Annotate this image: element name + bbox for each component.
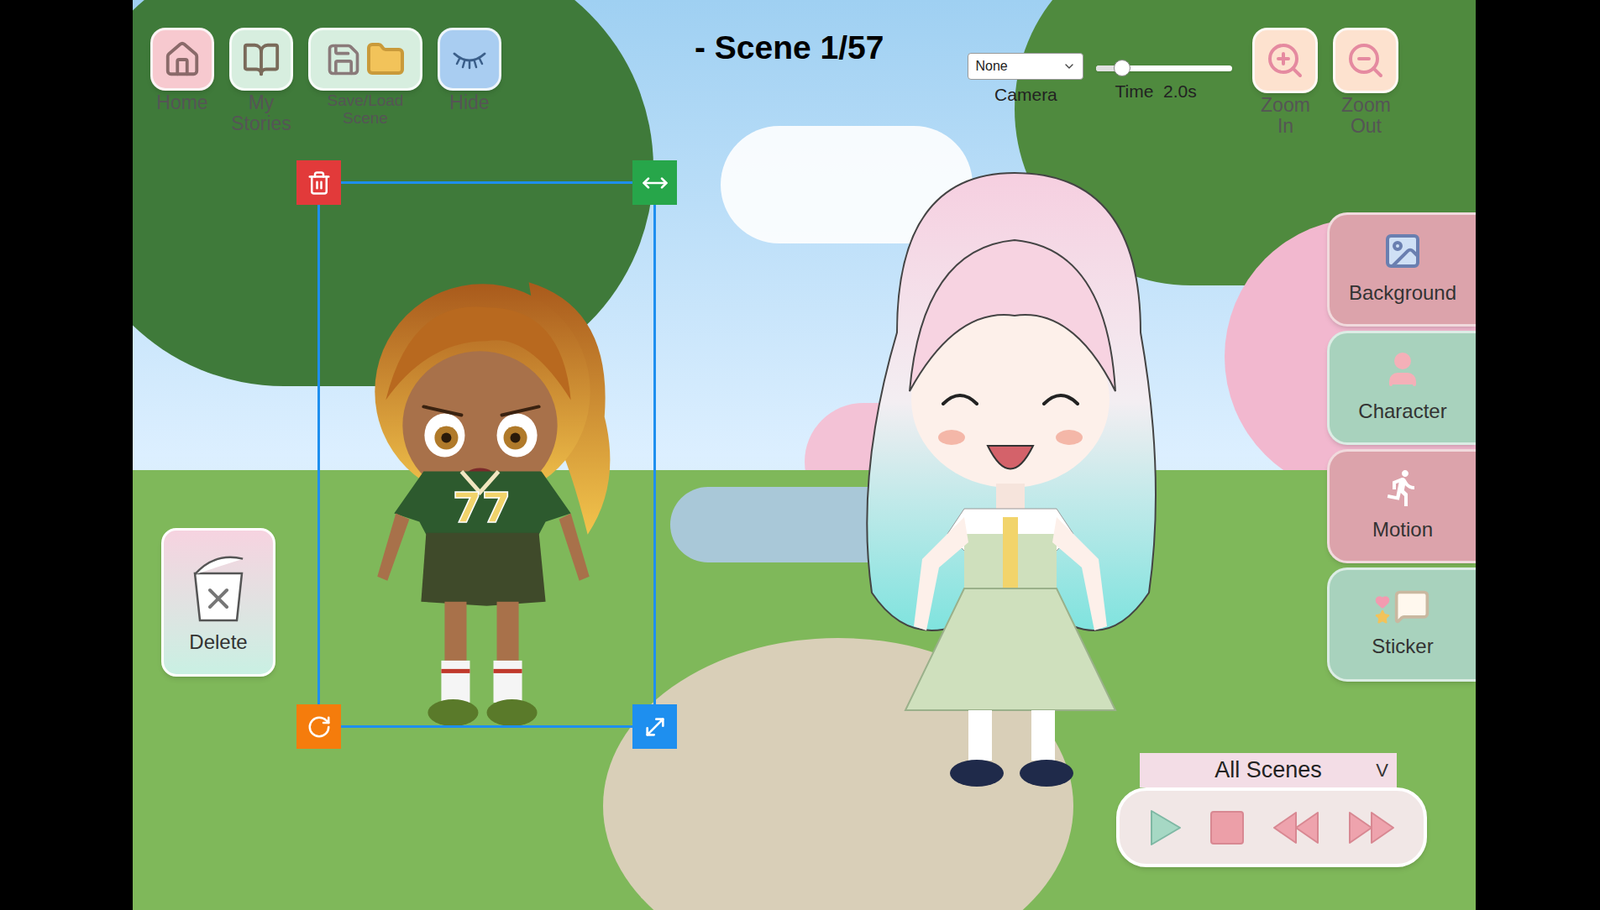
folder-icon [365, 39, 406, 80]
zoom-in-icon [1264, 40, 1306, 81]
game-area: 77 Home My Stories Save/Load Scene Hide - Sce… [132, 0, 1476, 910]
fast-forward-icon[interactable] [1346, 809, 1397, 847]
rotate-icon [306, 714, 332, 740]
app: 77 Home My Stories Save/Load Scene Hide - Sce… [0, 0, 1600, 910]
flip-icon [641, 169, 669, 197]
scope-arrow: V [1375, 756, 1389, 785]
closed-eye-icon [451, 47, 488, 73]
home-icon [162, 40, 202, 79]
toolbar: Home My Stories Save/Load Scene Hide [150, 27, 502, 136]
chevron-down-icon [1062, 59, 1076, 74]
stop-icon[interactable] [1208, 809, 1246, 847]
letterbox-right [1475, 0, 1600, 910]
zoom-button[interactable] [1332, 27, 1399, 94]
side-menu-label: Background [1348, 278, 1457, 309]
speech-bubble-icon [1393, 587, 1431, 625]
toolbar-item[interactable]: Save/Load Scene [308, 27, 423, 128]
zoom-out-icon [1345, 40, 1386, 81]
camera-label: Camera [994, 81, 1058, 109]
scene-character[interactable]: 77 [317, 181, 656, 729]
toolbar-label: Hide [449, 92, 489, 114]
side-menu-button[interactable]: Background [1327, 212, 1476, 327]
running-icon [1382, 467, 1423, 509]
side-menu-label: Sticker [1371, 631, 1433, 662]
book-icon [241, 40, 281, 79]
playback-bar [1116, 787, 1427, 868]
person-icon [1382, 349, 1423, 390]
side-menu-label: Character [1358, 396, 1447, 427]
side-menu-button[interactable]: Motion [1327, 449, 1476, 564]
side-menu-button[interactable]: Sticker [1327, 567, 1476, 682]
rewind-icon[interactable] [1270, 809, 1322, 847]
toolbar-button[interactable] [150, 27, 215, 91]
toolbar-label: Save/Load Scene [308, 92, 423, 128]
zoom-item[interactable]: Zoom In [1252, 27, 1318, 138]
selection-box[interactable] [317, 181, 656, 729]
delete-zone[interactable]: Delete [161, 528, 276, 677]
time-label: Time 2.0s [1096, 78, 1233, 105]
zoom-label: Zoom Out [1332, 94, 1399, 138]
toolbar-label: My Stories [229, 92, 294, 136]
dress-character-figure[interactable] [796, 122, 1235, 802]
trash-bin-icon [184, 548, 252, 625]
toolbar-item[interactable]: My Stories [229, 27, 294, 136]
resize-handle[interactable] [632, 704, 677, 750]
zoom-label: Zoom In [1252, 94, 1318, 138]
letterbox-left [0, 0, 133, 910]
star-icon [1374, 609, 1391, 625]
save-icon [325, 41, 362, 79]
side-menu-button[interactable]: Character [1327, 330, 1476, 446]
sticker-icon [1374, 587, 1431, 625]
delete-handle[interactable] [296, 160, 341, 205]
sporty-character-figure[interactable]: 77 [317, 181, 656, 729]
scene-scope-select[interactable]: All ScenesV [1139, 753, 1397, 788]
toolbar-button[interactable] [229, 27, 294, 91]
zoom-button[interactable] [1252, 27, 1318, 94]
toolbar-item[interactable]: Home [150, 27, 215, 114]
trash-icon [306, 170, 332, 196]
image-icon [1382, 230, 1423, 272]
side-menu-label: Motion [1372, 514, 1433, 546]
camera-select[interactable]: None [967, 52, 1084, 80]
toolbar-item[interactable]: Hide [437, 27, 502, 114]
time-control: Time 2.0s [1096, 59, 1233, 105]
toolbar-button[interactable] [437, 27, 502, 91]
scene-character[interactable] [796, 122, 1235, 802]
flip-handle[interactable] [632, 160, 677, 205]
play-icon[interactable] [1146, 807, 1184, 849]
zoom-controls: Zoom In Zoom Out [1252, 27, 1399, 138]
delete-label: Delete [188, 627, 247, 658]
camera-control: NoneCamera [967, 52, 1084, 109]
top-bar: Home My Stories Save/Load Scene Hide - Scene… [132, 0, 1476, 138]
heart-icon [1374, 594, 1391, 610]
time-slider[interactable] [1096, 59, 1233, 77]
zoom-item[interactable]: Zoom Out [1332, 27, 1399, 138]
toolbar-label: Home [156, 92, 208, 114]
resize-icon [641, 713, 669, 741]
side-menu: Background Character Motion Sticker [1327, 212, 1476, 682]
svg-text:77: 77 [452, 483, 512, 533]
playback-panel: All ScenesV [1116, 753, 1427, 868]
toolbar-button[interactable] [308, 27, 423, 91]
scene-title: - Scene 1/57 [694, 27, 884, 69]
rotate-handle[interactable] [296, 704, 341, 750]
slider-thumb[interactable] [1113, 59, 1131, 77]
